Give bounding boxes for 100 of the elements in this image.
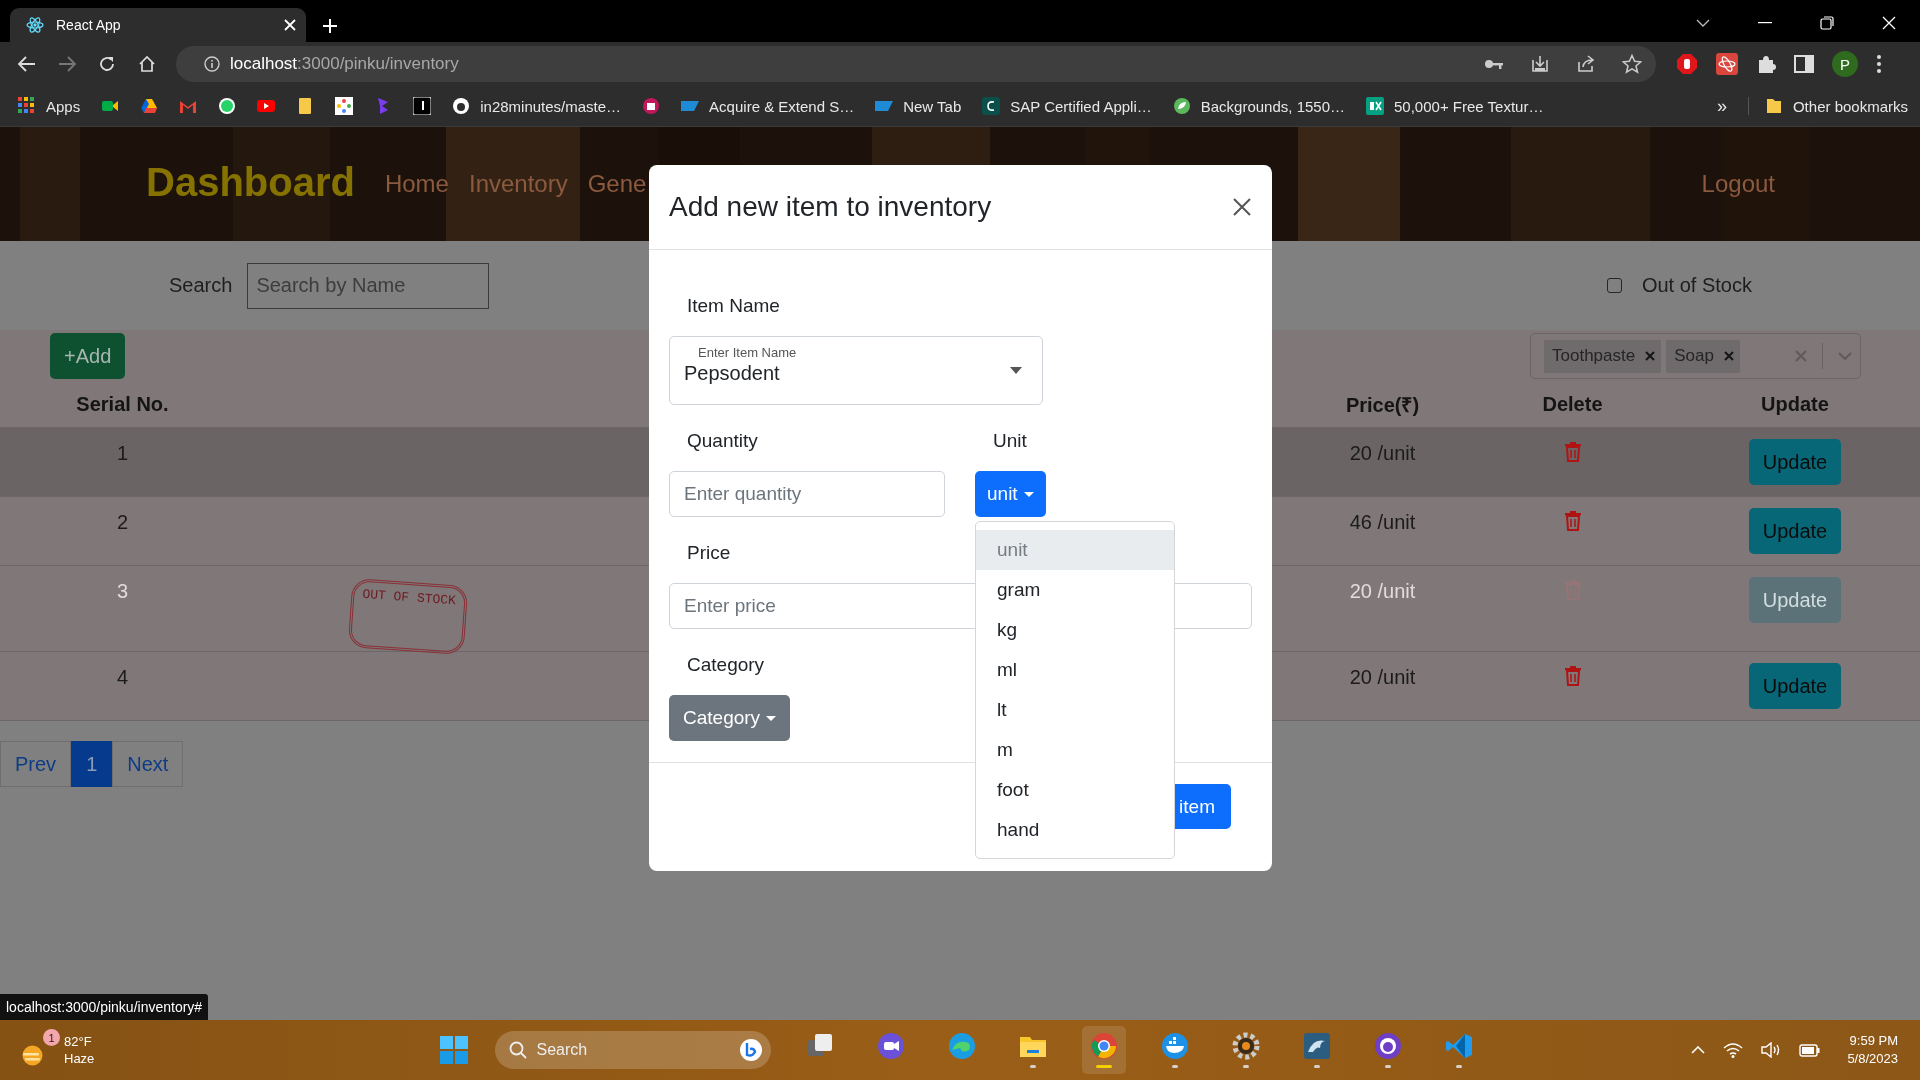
swirl-icon (738, 1038, 763, 1062)
checkbox-label: Out of Stock (1641, 274, 1752, 297)
star-icon[interactable] (1622, 54, 1642, 74)
restore-icon[interactable] (1820, 16, 1834, 30)
chevron-down-icon[interactable] (1696, 19, 1710, 27)
plus-icon[interactable] (322, 18, 338, 34)
table-cell-text: 3 (116, 580, 129, 604)
search-label: Search (169, 274, 233, 297)
bookmark-link[interactable]: Backgrounds, 1550… (1172, 97, 1345, 115)
swirl-icon[interactable] (947, 1032, 976, 1060)
menu-item[interactable]: unit (976, 530, 1174, 570)
brand-title: Dashboard (146, 159, 355, 205)
ring-icon[interactable] (1089, 1032, 1118, 1060)
bookmark-link[interactable]: SAP Certified Appli… (982, 97, 1152, 115)
sun-haze-icon[interactable] (22, 1045, 43, 1066)
folder-icon (1764, 97, 1783, 115)
field-label: Category (687, 653, 765, 677)
table-cell-text: 20 /unit (1349, 442, 1416, 466)
bookmark-link[interactable]: New Tab (875, 97, 962, 115)
temperature-text: 82°F (64, 1033, 93, 1050)
checkbox[interactable] (1606, 278, 1622, 293)
start-icon[interactable] (439, 1036, 468, 1064)
category-dropdown-button[interactable]: Category (669, 695, 791, 741)
grid-icon (18, 97, 36, 115)
volume-icon[interactable] (1761, 1042, 1782, 1058)
wifi-icon[interactable] (1723, 1042, 1744, 1058)
bookmark-folder[interactable]: Other bookmarks (1747, 97, 1908, 115)
more-icon[interactable] (1876, 54, 1882, 74)
key-icon[interactable] (1484, 58, 1504, 70)
bookmark-link[interactable]: 50,000+ Free Textur… (1366, 97, 1544, 115)
field-label: Item Name (687, 294, 780, 318)
tag-label: Toothpaste (1552, 346, 1636, 366)
share-icon[interactable] (1576, 55, 1596, 73)
column-header: Price(₹) (1345, 393, 1420, 418)
table-cell-text: 46 /unit (1349, 511, 1416, 535)
unit-dropdown-button[interactable]: unit (975, 471, 1046, 517)
column-header: Update (1761, 393, 1829, 416)
info-icon[interactable] (204, 56, 220, 72)
menu-item[interactable]: m (976, 730, 1174, 770)
bookmark-link[interactable]: in28minutes/maste… (452, 97, 622, 115)
atom-icon (26, 16, 44, 34)
taskbar-search[interactable]: Search (494, 1031, 771, 1069)
page-link[interactable]: 1 (71, 741, 113, 787)
remove-icon[interactable] (1723, 351, 1734, 361)
back-arrow-icon[interactable] (18, 56, 36, 72)
clock-time[interactable]: 9:59 PM (1849, 1032, 1898, 1050)
clock-date[interactable]: 5/8/2023 (1847, 1050, 1898, 1068)
atom-badge-icon[interactable] (1716, 53, 1738, 75)
forward-arrow-icon (58, 56, 76, 72)
quantity-field[interactable]: Enter quantity (669, 471, 945, 517)
menu-item[interactable]: hand (976, 810, 1174, 850)
bookmark-link[interactable]: Acquire & Extend S… (681, 97, 855, 115)
flower-icon[interactable] (335, 97, 354, 115)
puzzle-icon[interactable] (1756, 54, 1776, 74)
search-icon (508, 1041, 527, 1059)
notification-badge: 1 (43, 1029, 60, 1046)
address-bar[interactable]: localhost:3000/pinku/inventory (176, 46, 1656, 82)
video-camera-icon[interactable] (876, 1032, 905, 1060)
bookmark-link[interactable]: Apps (18, 97, 81, 115)
download-icon[interactable] (1530, 54, 1550, 74)
caret-icon (1023, 491, 1034, 497)
modal-title: Add new item to inventory (669, 191, 993, 223)
field-label: Price (687, 541, 731, 565)
menu-item[interactable]: ml (976, 650, 1174, 690)
menu-item[interactable]: foot (976, 770, 1174, 810)
table-cell-text: 4 (116, 666, 129, 690)
table-cell-text: 1 (116, 442, 129, 466)
minimize-icon[interactable] (1758, 22, 1772, 24)
item-name-select[interactable]: Enter Item Name Pepsodent (669, 336, 1043, 405)
add-button[interactable]: +Add (50, 333, 126, 379)
search-field[interactable]: Search by Name (247, 262, 490, 309)
more-bookmarks-button[interactable]: » (1716, 95, 1727, 117)
menu-item[interactable]: lt (976, 690, 1174, 730)
tag-label: Soap (1674, 346, 1714, 366)
reload-icon[interactable] (98, 55, 116, 73)
close-icon[interactable] (1232, 197, 1252, 217)
profile-avatar[interactable]: P (1832, 51, 1858, 77)
stock-stamp: OUT OF STOCK (347, 578, 468, 655)
remove-icon[interactable] (1645, 351, 1656, 361)
weather-text: Haze (64, 1050, 95, 1067)
whale-icon[interactable] (1160, 1032, 1189, 1060)
leaf-icon (1172, 97, 1191, 115)
calendar-icon[interactable] (642, 97, 661, 115)
chat-bubble-icon[interactable] (218, 97, 237, 115)
column-header: Serial No. (76, 393, 169, 416)
home-icon[interactable] (138, 55, 156, 73)
table-cell-text: 2 (116, 511, 129, 535)
triangle-icon[interactable] (140, 97, 159, 115)
caret-icon[interactable] (1010, 367, 1022, 374)
square-icon (982, 97, 1001, 115)
chevron-up-icon[interactable] (1691, 1046, 1706, 1054)
play-icon[interactable] (257, 97, 276, 115)
field-label: Quantity (687, 429, 758, 453)
battery-icon[interactable] (1799, 1042, 1822, 1058)
sidebar-icon[interactable] (1794, 55, 1814, 73)
browser-tab[interactable]: React App (10, 8, 306, 42)
gear-icon[interactable] (1231, 1032, 1260, 1060)
caret-icon (766, 715, 777, 721)
stop-hand-icon[interactable] (1676, 53, 1698, 75)
column-header: Delete (1542, 393, 1603, 416)
